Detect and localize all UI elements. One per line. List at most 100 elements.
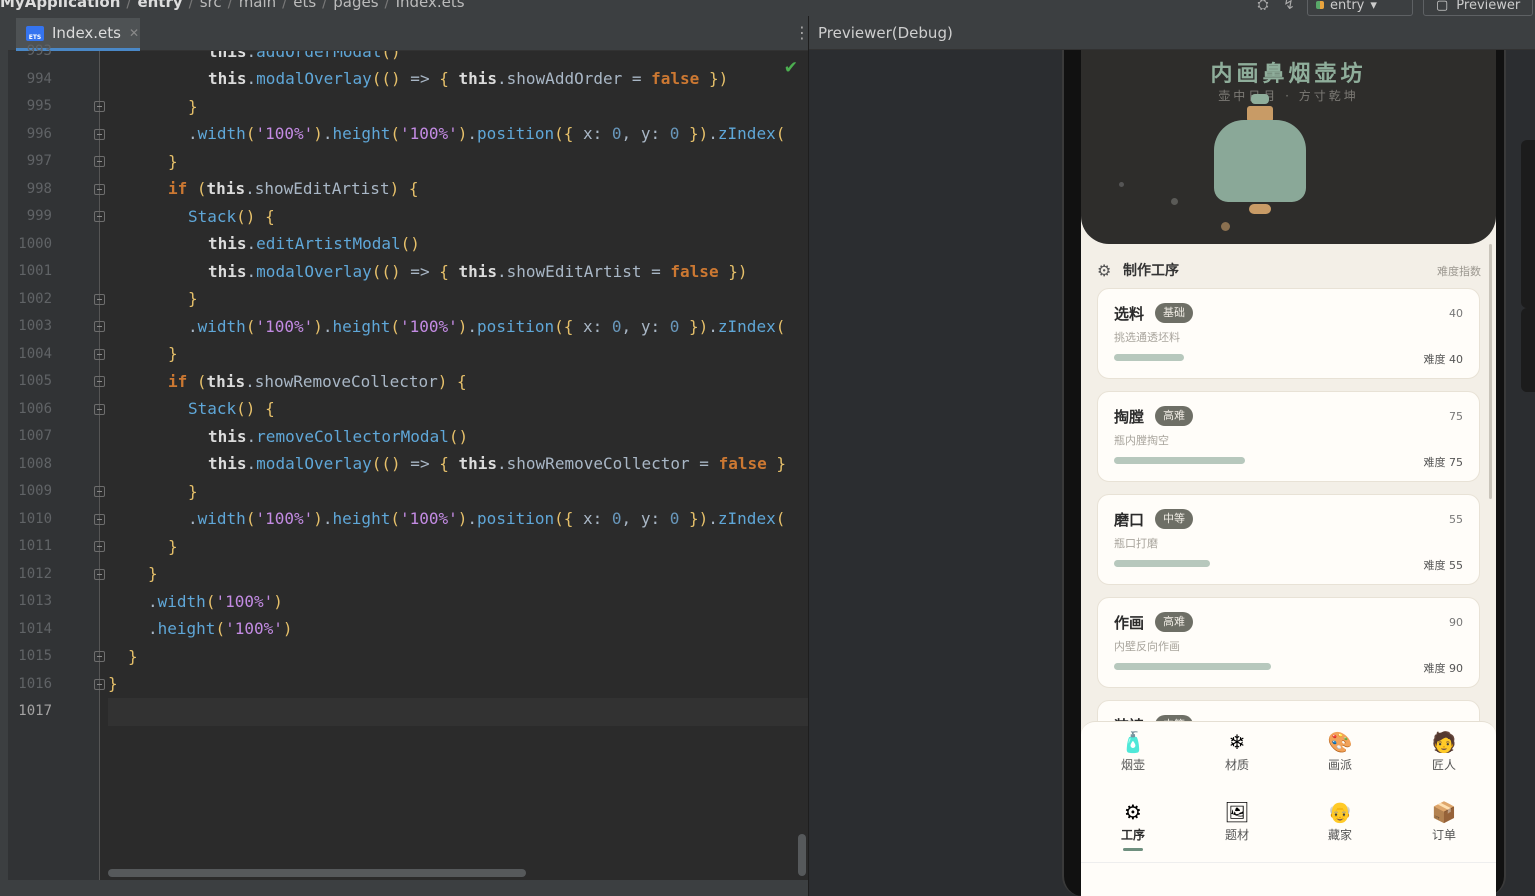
difficulty-bar — [1114, 560, 1274, 567]
nav-label: 烟壶 — [1120, 758, 1145, 772]
difficulty-label: 难度 90 — [1423, 662, 1464, 675]
bug-icon[interactable]: ⛭ — [1255, 0, 1271, 13]
current-line[interactable] — [108, 698, 808, 726]
section-title: 制作工序 — [1123, 263, 1179, 279]
device-screen[interactable]: 内画鼻烟壶坊 壶中日月 · 方寸乾坤 ⚙ 制作工序 难度指数 选料 基础 40 挑选通… — [1081, 50, 1496, 896]
hero-title: 内画鼻烟壶坊 — [1210, 61, 1367, 87]
previewer-panel: Previewer(Debug) 内画鼻烟壶坊 壶中日月 · 方寸乾坤 ⚙ 制作… — [808, 16, 1535, 896]
tab-label: Index.ets — [52, 24, 121, 42]
nav-item[interactable]: 🎨 画派 — [1305, 730, 1375, 784]
nav-item[interactable]: 🧑 匠人 — [1409, 730, 1479, 784]
nav-item[interactable]: 📦 订单 — [1409, 800, 1479, 854]
section-header: ⚙ 制作工序 难度指数 — [1097, 260, 1481, 282]
build-icon[interactable]: ↯ — [1281, 0, 1297, 13]
fold-marker-icon[interactable] — [94, 183, 105, 195]
breadcrumb-ets[interactable]: ets — [293, 0, 316, 11]
fold-marker-icon[interactable] — [94, 376, 105, 387]
chevron-down-icon: ▾ — [1370, 0, 1377, 13]
fold-marker-icon[interactable] — [94, 128, 105, 140]
horizontal-scrollbar[interactable] — [108, 869, 526, 877]
list-scrollbar[interactable] — [1489, 244, 1492, 499]
breadcrumb-project[interactable]: MyApplication — [0, 0, 120, 11]
line-number: 1010 — [18, 510, 52, 527]
more-vertical-icon[interactable]: ⋮ — [794, 24, 808, 42]
bottom-tab-nav: 🧴 烟壶 ❄ 材质 🎨 画派 🧑 匠人 ⚙ 工序 🖼 题材 👴 藏家 📦 订单 — [1081, 721, 1496, 862]
check-icon: ✔ — [783, 58, 798, 78]
code-area[interactable]: this.addOrderModal() this.modalOverlay((… — [108, 51, 808, 880]
sparkle-dot — [1171, 198, 1178, 205]
top-right-toolbar: ⛭ ↯ entry ▾ ▢ Previewer — [1255, 0, 1535, 16]
fold-marker-icon[interactable] — [94, 293, 105, 305]
step-name: 作画 — [1114, 614, 1145, 632]
fold-marker-icon[interactable] — [94, 541, 105, 552]
breadcrumb-file[interactable]: Index.ets — [396, 0, 465, 11]
run-config-label: entry — [1330, 0, 1365, 13]
bottle-cap-shape — [1251, 94, 1269, 104]
line-number: 1014 — [18, 620, 52, 637]
step-card[interactable]: 掏膛 高难 75 瓶内膛掏空 难度 75 — [1097, 391, 1480, 482]
gear-icon: ⚙ — [1124, 800, 1142, 824]
fold-marker-icon[interactable] — [94, 403, 105, 415]
nav-label: 工序 — [1120, 828, 1145, 842]
fold-marker-icon[interactable] — [94, 678, 105, 690]
previewer-header: Previewer(Debug) — [809, 16, 1535, 50]
module-icon — [1316, 1, 1324, 9]
artisan-icon: 🧑 — [1431, 730, 1457, 754]
fold-marker-icon[interactable] — [94, 101, 105, 112]
previewer-button[interactable]: ▢ Previewer — [1423, 0, 1533, 16]
difficulty-bar — [1114, 354, 1274, 361]
breadcrumb-pages[interactable]: pages — [333, 0, 378, 11]
step-card[interactable]: 作画 高难 90 内壁反向作画 难度 90 — [1097, 597, 1480, 688]
hero-banner: 内画鼻烟壶坊 壶中日月 · 方寸乾坤 — [1081, 50, 1496, 244]
breadcrumb-main[interactable]: main — [239, 0, 276, 11]
nav-item[interactable]: 🧴 烟壶 — [1098, 730, 1168, 784]
line-number: 1007 — [18, 428, 52, 444]
close-icon[interactable]: ✕ — [129, 26, 139, 40]
run-config-select[interactable]: entry ▾ — [1307, 0, 1413, 16]
line-number: 995 — [26, 98, 52, 114]
line-number: 1006 — [18, 400, 52, 417]
nav-label: 材质 — [1224, 758, 1249, 772]
fold-marker-icon[interactable] — [94, 156, 105, 167]
snuff-bottle-icon: 🧴 — [1120, 730, 1146, 754]
line-number: 1000 — [18, 235, 52, 252]
home-indicator-area — [1081, 862, 1496, 896]
fold-marker-icon[interactable] — [94, 651, 105, 662]
nav-item[interactable]: 👴 藏家 — [1305, 800, 1375, 854]
line-number: 1016 — [18, 675, 52, 692]
difficulty-bar-fill — [1114, 354, 1184, 361]
line-number: 997 — [26, 153, 52, 169]
fold-marker-icon[interactable] — [94, 348, 105, 360]
fold-marker-icon[interactable] — [94, 321, 105, 332]
editor-tabbar: ETS Index.ets ✕ ⋮ — [8, 16, 808, 51]
nav-item[interactable]: ⚙ 工序 — [1098, 800, 1168, 854]
code-editor: ETS Index.ets ✕ ⋮ 993 994 995 996 997 998 999 1… — [8, 16, 808, 880]
line-number: 993 — [26, 43, 52, 59]
device-frame: 内画鼻烟壶坊 壶中日月 · 方寸乾坤 ⚙ 制作工序 难度指数 选料 基础 40 挑选通… — [1062, 50, 1506, 896]
vertical-scrollbar[interactable] — [798, 834, 806, 876]
fold-marker-icon[interactable] — [94, 211, 105, 222]
fold-marker-icon[interactable] — [94, 568, 105, 580]
line-number: 1008 — [18, 455, 52, 472]
line-number: 1011 — [18, 538, 52, 554]
fold-marker-icon[interactable] — [94, 486, 105, 497]
step-card[interactable]: 选料 基础 40 挑选通透坯料 难度 40 — [1097, 288, 1480, 379]
line-number: 1001 — [18, 263, 52, 279]
difficulty-badge: 中等 — [1155, 509, 1193, 529]
breadcrumb-module[interactable]: entry — [137, 0, 182, 11]
nav-item[interactable]: 🖼 题材 — [1202, 800, 1272, 854]
phone-side-button — [1521, 308, 1535, 392]
sparkle-dot — [1221, 222, 1230, 231]
line-number: 998 — [26, 180, 52, 197]
step-card[interactable]: 磨口 中等 55 瓶口打磨 难度 55 — [1097, 494, 1480, 585]
nav-item[interactable]: ❄ 材质 — [1202, 730, 1272, 784]
step-score: 75 — [1449, 410, 1463, 423]
previewer-icon: ▢ — [1436, 0, 1449, 13]
difficulty-bar-fill — [1114, 560, 1210, 567]
line-number: 994 — [26, 70, 52, 87]
difficulty-label: 难度 40 — [1423, 353, 1464, 366]
breadcrumb-src[interactable]: src — [200, 0, 222, 11]
fold-marker-icon[interactable] — [94, 513, 105, 525]
sparkle-dot — [1119, 182, 1124, 187]
line-number: 999 — [26, 208, 52, 224]
